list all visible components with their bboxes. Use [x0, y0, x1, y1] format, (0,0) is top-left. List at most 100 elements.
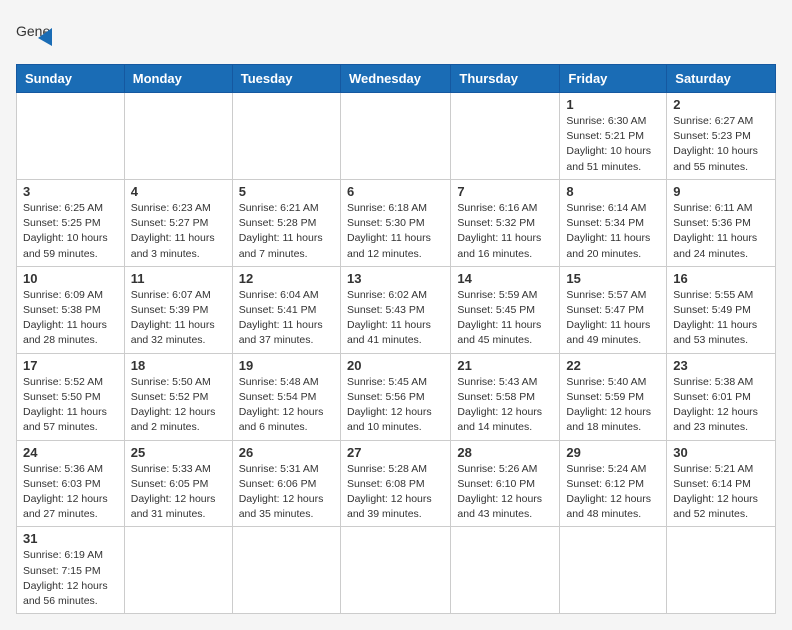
day-number: 12	[239, 271, 334, 286]
day-number: 15	[566, 271, 660, 286]
calendar-cell: 24 Sunrise: 5:36 AM Sunset: 6:03 PM Dayli…	[17, 440, 125, 527]
calendar-cell: 5 Sunrise: 6:21 AM Sunset: 5:28 PM Daylig…	[232, 179, 340, 266]
calendar-cell: 1Sunrise: 6:30 AM Sunset: 5:21 PM Daylig…	[560, 93, 667, 180]
calendar-cell: 4 Sunrise: 6:23 AM Sunset: 5:27 PM Daylig…	[124, 179, 232, 266]
day-number: 24	[23, 445, 118, 460]
day-info: Sunrise: 5:40 AM Sunset: 5:59 PM Dayligh…	[566, 375, 660, 436]
calendar-cell: 25Sunrise: 5:33 AM Sunset: 6:05 PM Dayli…	[124, 440, 232, 527]
calendar-cell	[667, 527, 776, 614]
calendar-cell: 12 Sunrise: 6:04 AM Sunset: 5:41 PM Dayli…	[232, 266, 340, 353]
day-number: 6	[347, 184, 444, 199]
day-number: 17	[23, 358, 118, 373]
day-info: Sunrise: 5:21 AM Sunset: 6:14 PM Dayligh…	[673, 462, 769, 523]
day-info: Sunrise: 5:55 AM Sunset: 5:49 PM Dayligh…	[673, 288, 769, 349]
day-number: 2	[673, 97, 769, 112]
calendar-cell	[17, 93, 125, 180]
day-info: Sunrise: 5:59 AM Sunset: 5:45 PM Dayligh…	[457, 288, 553, 349]
day-number: 18	[131, 358, 226, 373]
calendar-header-friday: Friday	[560, 65, 667, 93]
day-info: Sunrise: 5:28 AM Sunset: 6:08 PM Dayligh…	[347, 462, 444, 523]
calendar-cell	[124, 527, 232, 614]
calendar-cell	[232, 93, 340, 180]
calendar-week-5: 24 Sunrise: 5:36 AM Sunset: 6:03 PM Dayli…	[17, 440, 776, 527]
calendar-header-thursday: Thursday	[451, 65, 560, 93]
day-info: Sunrise: 5:38 AM Sunset: 6:01 PM Dayligh…	[673, 375, 769, 436]
calendar-header-tuesday: Tuesday	[232, 65, 340, 93]
calendar-cell: 17 Sunrise: 5:52 AM Sunset: 5:50 PM Dayli…	[17, 353, 125, 440]
calendar-header-saturday: Saturday	[667, 65, 776, 93]
day-info: Sunrise: 6:21 AM Sunset: 5:28 PM Dayligh…	[239, 201, 334, 262]
day-number: 4	[131, 184, 226, 199]
calendar-cell: 28 Sunrise: 5:26 AM Sunset: 6:10 PM Dayli…	[451, 440, 560, 527]
day-number: 11	[131, 271, 226, 286]
calendar-cell: 8Sunrise: 6:14 AM Sunset: 5:34 PM Daylig…	[560, 179, 667, 266]
logo: General	[16, 16, 60, 52]
day-number: 26	[239, 445, 334, 460]
day-info: Sunrise: 5:57 AM Sunset: 5:47 PM Dayligh…	[566, 288, 660, 349]
day-info: Sunrise: 5:26 AM Sunset: 6:10 PM Dayligh…	[457, 462, 553, 523]
day-number: 22	[566, 358, 660, 373]
day-number: 5	[239, 184, 334, 199]
calendar-cell: 16 Sunrise: 5:55 AM Sunset: 5:49 PM Dayli…	[667, 266, 776, 353]
day-number: 7	[457, 184, 553, 199]
calendar-cell	[340, 527, 450, 614]
day-number: 28	[457, 445, 553, 460]
calendar-cell: 3 Sunrise: 6:25 AM Sunset: 5:25 PM Daylig…	[17, 179, 125, 266]
day-info: Sunrise: 6:18 AM Sunset: 5:30 PM Dayligh…	[347, 201, 444, 262]
day-info: Sunrise: 6:19 AM Sunset: 7:15 PM Dayligh…	[23, 548, 118, 609]
calendar-cell	[451, 93, 560, 180]
day-info: Sunrise: 6:23 AM Sunset: 5:27 PM Dayligh…	[131, 201, 226, 262]
day-number: 27	[347, 445, 444, 460]
day-number: 31	[23, 531, 118, 546]
day-info: Sunrise: 6:25 AM Sunset: 5:25 PM Dayligh…	[23, 201, 118, 262]
calendar-cell: 7 Sunrise: 6:16 AM Sunset: 5:32 PM Daylig…	[451, 179, 560, 266]
day-info: Sunrise: 6:09 AM Sunset: 5:38 PM Dayligh…	[23, 288, 118, 349]
calendar-header-monday: Monday	[124, 65, 232, 93]
calendar-header-row: SundayMondayTuesdayWednesdayThursdayFrid…	[17, 65, 776, 93]
calendar-cell: 20Sunrise: 5:45 AM Sunset: 5:56 PM Dayli…	[340, 353, 450, 440]
calendar-week-3: 10Sunrise: 6:09 AM Sunset: 5:38 PM Dayli…	[17, 266, 776, 353]
calendar: SundayMondayTuesdayWednesdayThursdayFrid…	[16, 64, 776, 614]
calendar-week-2: 3 Sunrise: 6:25 AM Sunset: 5:25 PM Daylig…	[17, 179, 776, 266]
calendar-cell: 27 Sunrise: 5:28 AM Sunset: 6:08 PM Dayli…	[340, 440, 450, 527]
calendar-cell: 18 Sunrise: 5:50 AM Sunset: 5:52 PM Dayli…	[124, 353, 232, 440]
calendar-week-6: 31 Sunrise: 6:19 AM Sunset: 7:15 PM Dayli…	[17, 527, 776, 614]
day-info: Sunrise: 5:52 AM Sunset: 5:50 PM Dayligh…	[23, 375, 118, 436]
day-number: 16	[673, 271, 769, 286]
calendar-cell: 13Sunrise: 6:02 AM Sunset: 5:43 PM Dayli…	[340, 266, 450, 353]
calendar-header-wednesday: Wednesday	[340, 65, 450, 93]
day-info: Sunrise: 5:24 AM Sunset: 6:12 PM Dayligh…	[566, 462, 660, 523]
page-header: General	[16, 16, 776, 52]
day-number: 29	[566, 445, 660, 460]
day-number: 13	[347, 271, 444, 286]
calendar-cell	[560, 527, 667, 614]
day-info: Sunrise: 6:04 AM Sunset: 5:41 PM Dayligh…	[239, 288, 334, 349]
calendar-cell: 15 Sunrise: 5:57 AM Sunset: 5:47 PM Dayli…	[560, 266, 667, 353]
calendar-cell: 2 Sunrise: 6:27 AM Sunset: 5:23 PM Daylig…	[667, 93, 776, 180]
day-number: 21	[457, 358, 553, 373]
calendar-cell: 6 Sunrise: 6:18 AM Sunset: 5:30 PM Daylig…	[340, 179, 450, 266]
calendar-week-1: 1Sunrise: 6:30 AM Sunset: 5:21 PM Daylig…	[17, 93, 776, 180]
calendar-header-sunday: Sunday	[17, 65, 125, 93]
day-info: Sunrise: 6:27 AM Sunset: 5:23 PM Dayligh…	[673, 114, 769, 175]
calendar-cell: 19Sunrise: 5:48 AM Sunset: 5:54 PM Dayli…	[232, 353, 340, 440]
calendar-cell	[340, 93, 450, 180]
calendar-cell	[451, 527, 560, 614]
calendar-cell: 22 Sunrise: 5:40 AM Sunset: 5:59 PM Dayli…	[560, 353, 667, 440]
day-info: Sunrise: 6:07 AM Sunset: 5:39 PM Dayligh…	[131, 288, 226, 349]
day-info: Sunrise: 6:16 AM Sunset: 5:32 PM Dayligh…	[457, 201, 553, 262]
calendar-cell: 10Sunrise: 6:09 AM Sunset: 5:38 PM Dayli…	[17, 266, 125, 353]
calendar-cell: 26Sunrise: 5:31 AM Sunset: 6:06 PM Dayli…	[232, 440, 340, 527]
day-number: 1	[566, 97, 660, 112]
calendar-cell: 11 Sunrise: 6:07 AM Sunset: 5:39 PM Dayli…	[124, 266, 232, 353]
day-number: 9	[673, 184, 769, 199]
calendar-cell: 30Sunrise: 5:21 AM Sunset: 6:14 PM Dayli…	[667, 440, 776, 527]
day-info: Sunrise: 5:36 AM Sunset: 6:03 PM Dayligh…	[23, 462, 118, 523]
calendar-cell	[232, 527, 340, 614]
day-info: Sunrise: 5:48 AM Sunset: 5:54 PM Dayligh…	[239, 375, 334, 436]
logo-icon: General	[16, 16, 52, 52]
day-number: 3	[23, 184, 118, 199]
day-number: 25	[131, 445, 226, 460]
day-info: Sunrise: 5:50 AM Sunset: 5:52 PM Dayligh…	[131, 375, 226, 436]
calendar-cell: 23Sunrise: 5:38 AM Sunset: 6:01 PM Dayli…	[667, 353, 776, 440]
